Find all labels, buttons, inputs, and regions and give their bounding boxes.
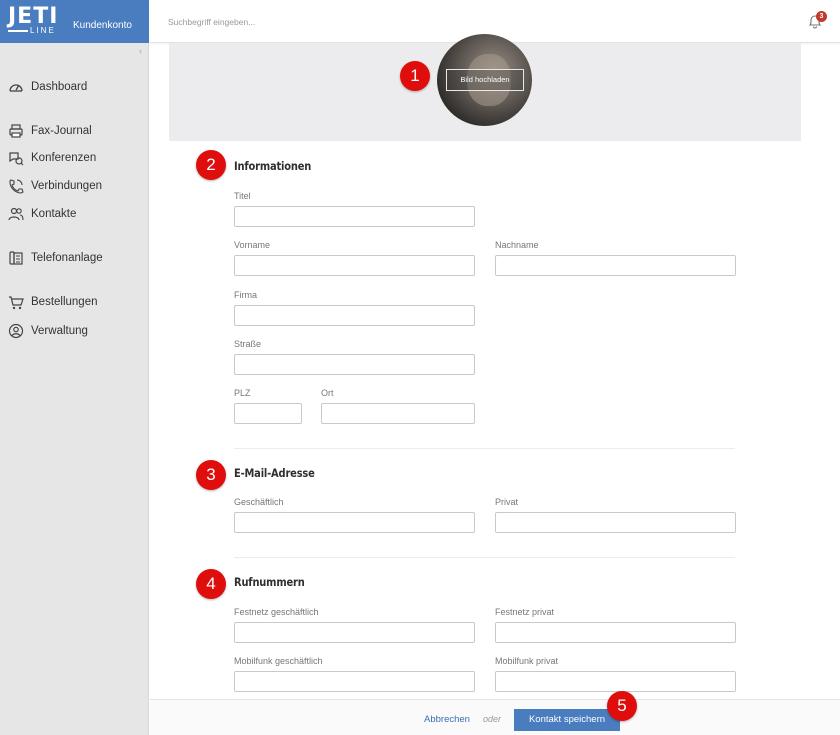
sidebar: JETI LINE Kundenkonto ‹ Dashboard Fax-Jo… bbox=[0, 0, 149, 735]
sidebar-item-label: Konferenzen bbox=[31, 152, 97, 164]
sidebar-item-bestellungen[interactable]: Bestellungen bbox=[7, 292, 98, 312]
email-business-field[interactable] bbox=[234, 512, 475, 533]
nachname-field[interactable] bbox=[495, 255, 736, 276]
mobile-business-label: Mobilfunk geschäftlich bbox=[234, 656, 323, 666]
cart-icon bbox=[7, 294, 25, 310]
or-separator: oder bbox=[483, 714, 502, 724]
sidebar-item-konferenzen[interactable]: Konferenzen bbox=[7, 148, 96, 168]
sidebar-item-verbindungen[interactable]: Verbindungen bbox=[7, 176, 102, 196]
mobile-private-field[interactable] bbox=[495, 671, 736, 692]
notification-badge[interactable]: 3 bbox=[816, 11, 827, 22]
step-marker-5: 5 bbox=[607, 691, 637, 721]
sidebar-item-label: Kontakte bbox=[31, 208, 77, 220]
nachname-label: Nachname bbox=[495, 240, 539, 250]
ort-field[interactable] bbox=[321, 403, 475, 424]
sidebar-item-label: Fax-Journal bbox=[31, 125, 92, 137]
strasse-label: Straße bbox=[234, 339, 262, 349]
phone-icon bbox=[7, 178, 25, 194]
collapse-sidebar-icon[interactable]: ‹ bbox=[139, 46, 142, 56]
ort-label: Ort bbox=[321, 388, 334, 398]
pbx-icon bbox=[7, 250, 25, 266]
titel-field[interactable] bbox=[234, 206, 475, 227]
section-title-email: E-Mail-Adresse bbox=[234, 466, 315, 480]
sidebar-item-label: Bestellungen bbox=[31, 296, 98, 308]
email-business-label: Geschäftlich bbox=[234, 497, 284, 507]
section-divider bbox=[234, 448, 735, 449]
email-private-field[interactable] bbox=[495, 512, 736, 533]
cancel-link[interactable]: Abbrechen bbox=[424, 714, 470, 725]
brand-logo[interactable]: JETI LINE Kundenkonto bbox=[0, 0, 149, 43]
section-title-informationen: Informationen bbox=[234, 159, 312, 173]
plz-label: PLZ bbox=[234, 388, 251, 398]
vorname-label: Vorname bbox=[234, 240, 271, 250]
conference-icon bbox=[7, 150, 25, 166]
mobile-business-field[interactable] bbox=[234, 671, 475, 692]
sidebar-item-verwaltung[interactable]: Verwaltung bbox=[7, 321, 88, 341]
logo-bar bbox=[8, 30, 28, 32]
section-title-rufnummern: Rufnummern bbox=[234, 575, 305, 589]
landline-business-label: Festnetz geschäftlich bbox=[234, 607, 319, 617]
sidebar-item-fax-journal[interactable]: Fax-Journal bbox=[7, 121, 92, 141]
strasse-field[interactable] bbox=[234, 354, 475, 375]
landline-private-label: Festnetz privat bbox=[495, 607, 555, 617]
logo-subtext: LINE bbox=[30, 26, 56, 35]
contacts-icon bbox=[7, 206, 25, 222]
firma-field[interactable] bbox=[234, 305, 475, 326]
vorname-field[interactable] bbox=[234, 255, 475, 276]
logo-text: JETI bbox=[8, 4, 59, 29]
landline-private-field[interactable] bbox=[495, 622, 736, 643]
sidebar-item-label: Telefonanlage bbox=[31, 252, 103, 264]
sidebar-item-telefonanlage[interactable]: Telefonanlage bbox=[7, 248, 103, 268]
sidebar-item-label: Verbindungen bbox=[31, 180, 102, 192]
step-marker-2: 2 bbox=[196, 150, 226, 180]
sidebar-item-label: Dashboard bbox=[31, 81, 88, 93]
user-circle-icon bbox=[7, 323, 25, 339]
plz-field[interactable] bbox=[234, 403, 302, 424]
sidebar-item-kontakte[interactable]: Kontakte bbox=[7, 204, 76, 224]
step-marker-4: 4 bbox=[196, 569, 226, 599]
sidebar-item-dashboard[interactable]: Dashboard bbox=[7, 77, 87, 97]
email-private-label: Privat bbox=[495, 497, 519, 507]
upload-image-button[interactable]: Bild hochladen bbox=[446, 69, 524, 91]
landline-business-field[interactable] bbox=[234, 622, 475, 643]
save-contact-button[interactable]: Kontakt speichern bbox=[514, 709, 620, 731]
search-input[interactable] bbox=[168, 15, 468, 29]
step-marker-3: 3 bbox=[196, 460, 226, 490]
titel-label: Titel bbox=[234, 191, 251, 201]
sidebar-item-label: Verwaltung bbox=[31, 325, 88, 337]
mobile-private-label: Mobilfunk privat bbox=[495, 656, 559, 666]
section-divider bbox=[234, 557, 735, 558]
printer-icon bbox=[7, 123, 25, 139]
account-label: Kundenkonto bbox=[73, 20, 132, 31]
firma-label: Firma bbox=[234, 290, 257, 300]
gauge-icon bbox=[7, 79, 25, 95]
step-marker-1: 1 bbox=[400, 61, 430, 91]
